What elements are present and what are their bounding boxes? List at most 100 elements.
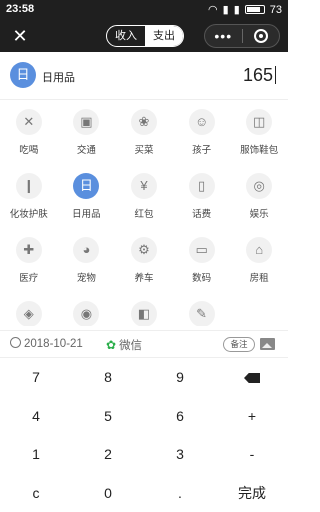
keypad-key[interactable]: 2 — [72, 435, 144, 474]
keypad-key[interactable]: 5 — [72, 397, 144, 436]
category-item[interactable]: ▭ 数码 — [173, 237, 231, 284]
amount-value: 165 — [242, 65, 273, 85]
daily-goods-icon: 日 — [73, 173, 100, 199]
amount-display[interactable]: 165 — [243, 65, 276, 86]
category-item[interactable]: ◎ 娱乐 — [230, 173, 288, 220]
wifi-icon: ◠ — [208, 4, 218, 16]
battery-level: 73 — [269, 3, 282, 16]
category-item[interactable]: ❙ 化妆护肤 — [0, 173, 58, 220]
keypad-key[interactable]: - — [216, 435, 288, 474]
category-label: 娱乐 — [249, 209, 269, 220]
exit-button[interactable] — [242, 29, 279, 43]
category-item[interactable]: ◉ — [58, 301, 116, 326]
close-icon[interactable]: ✕ — [10, 26, 30, 46]
target-icon — [253, 29, 268, 43]
lipstick-icon: ❙ — [15, 173, 42, 199]
amount-bar: 日 日用品 165 — [0, 52, 288, 100]
category-item[interactable]: ⌂ 房租 — [230, 237, 288, 284]
phone-icon: ▯ — [188, 173, 215, 199]
type-switch: 收入 支出 — [106, 25, 184, 47]
more-icon[interactable]: ••• — [205, 25, 242, 47]
category-label: 养车 — [134, 273, 154, 284]
category-item[interactable]: ✕ 吃喝 — [0, 109, 58, 156]
category-item[interactable]: ▣ 交通 — [58, 109, 116, 156]
category-item[interactable]: ◈ — [0, 301, 58, 326]
text-caret — [275, 66, 276, 84]
shirt-icon: ◫ — [246, 109, 273, 135]
keypad-key[interactable]: c — [0, 474, 72, 512]
category-item[interactable]: ◕ 宠物 — [58, 237, 116, 284]
selected-category-name: 日用品 — [42, 72, 75, 84]
keypad-key[interactable]: 9 — [144, 358, 216, 397]
keypad-key[interactable]: 8 — [72, 358, 144, 397]
category-item[interactable]: ¥ 红包 — [115, 173, 173, 220]
gamepad-icon: ◎ — [246, 173, 273, 199]
signal-icon-2: ▮ — [233, 4, 240, 16]
medical-icon: ✚ — [15, 237, 42, 263]
category-label: 数码 — [192, 273, 212, 284]
category-label: 话费 — [192, 209, 212, 220]
payment-method[interactable]: ✿ 微信 — [106, 337, 142, 353]
car-icon: ⚙ — [130, 237, 157, 263]
category-label: 化妆护肤 — [9, 209, 48, 220]
vegetable-icon: ❀ — [130, 109, 157, 135]
daily-goods-icon: 日 — [10, 62, 36, 88]
keypad-key[interactable]: 1 — [0, 435, 72, 474]
tab-income[interactable]: 收入 — [107, 26, 145, 46]
category-item[interactable]: ☺ 孩子 — [173, 109, 231, 156]
category-item[interactable]: 日日用品 — [58, 173, 116, 220]
category-item[interactable]: ✚ 医疗 — [0, 237, 58, 284]
image-icon[interactable] — [260, 338, 275, 350]
done-key[interactable]: 完成 — [216, 474, 288, 512]
category-item[interactable]: ◧ — [115, 301, 173, 326]
keypad-key[interactable]: 4 — [0, 397, 72, 436]
keypad-key[interactable]: 7 — [0, 358, 72, 397]
status-bar: 23:58 ◠ ▮ ▮ 73 — [0, 0, 288, 20]
house-icon: ⌂ — [246, 237, 273, 263]
status-icons: ◠ ▮ ▮ 73 — [208, 3, 282, 17]
keypad-key[interactable]: . — [144, 474, 216, 512]
signal-icon: ▮ — [222, 4, 229, 16]
monitor-icon: ▭ — [188, 237, 215, 263]
category-item[interactable]: ▯ 话费 — [173, 173, 231, 220]
category-label: 宠物 — [76, 273, 96, 284]
category-item[interactable]: ◫ 服饰鞋包 — [230, 109, 288, 156]
date-picker[interactable]: 2018-10-21 — [10, 337, 83, 350]
keypad-key[interactable]: 6 — [144, 397, 216, 436]
apple-icon: ◉ — [73, 301, 100, 326]
miniprogram-capsule: ••• — [204, 24, 280, 48]
category-label: 红包 — [134, 209, 154, 220]
category-item[interactable]: ⚙ 养车 — [115, 237, 173, 284]
top-bar: ✕ 收入 支出 ••• — [0, 20, 288, 52]
tab-expense[interactable]: 支出 — [145, 26, 183, 46]
keypad-key[interactable]: 0 — [72, 474, 144, 512]
category-label: 日用品 — [72, 209, 101, 220]
category-label: 吃喝 — [19, 145, 39, 156]
pet-icon: ◕ — [73, 237, 100, 263]
category-label: 服饰鞋包 — [240, 145, 279, 156]
category-label: 医疗 — [19, 273, 39, 284]
basket-icon: ◧ — [130, 301, 157, 326]
category-label: 房租 — [249, 273, 269, 284]
note-button[interactable]: 备注 — [223, 337, 255, 352]
red-packet-icon: ¥ — [130, 173, 157, 199]
utensils-icon: ✕ — [15, 109, 42, 135]
clock-icon — [10, 337, 21, 348]
category-label: 买菜 — [134, 145, 154, 156]
status-time: 23:58 — [6, 3, 35, 15]
category-grid: ✕ 吃喝 ▣ 交通 ❀ 买菜 ☺ 孩子 ◫ 服饰鞋包 ❙ 化妆护肤日日用品 ¥ 红包 ▯ 话费 ◎ 娱乐 ✚ 医疗 ◕ 宠… — [0, 100, 288, 326]
category-label: 交通 — [76, 145, 96, 156]
keypad-key[interactable]: + — [216, 397, 288, 436]
number-keypad: 7 8 9 4 5 6 +1 2 3- c 0. 完成 — [0, 358, 288, 512]
payment-method-label: 微信 — [119, 340, 143, 352]
category-item[interactable]: ❀ 买菜 — [115, 109, 173, 156]
category-item[interactable]: ✎ — [173, 301, 231, 326]
baby-icon: ☺ — [188, 109, 215, 135]
date-value: 2018-10-21 — [24, 338, 83, 350]
pencil-icon: ✎ — [188, 301, 215, 326]
keypad-key[interactable]: 3 — [144, 435, 216, 474]
info-bar: 2018-10-21 ✿ 微信 备注 — [0, 330, 288, 358]
delete-key[interactable] — [216, 358, 288, 397]
category-label: 孩子 — [192, 145, 212, 156]
battery-icon — [244, 5, 265, 14]
